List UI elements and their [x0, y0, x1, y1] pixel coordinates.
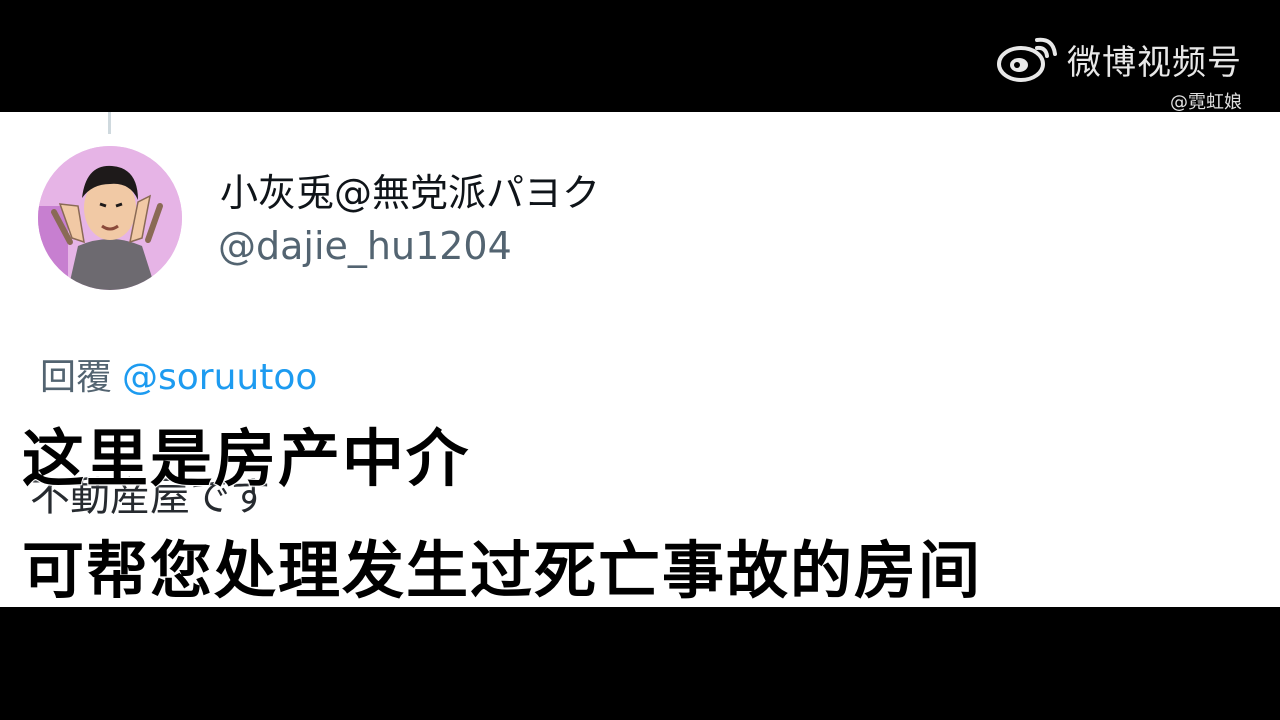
subtitle-line-2: 可帮您处理发生过死亡事故的房间	[21, 533, 983, 608]
reply-to-line: 回覆 @soruutoo	[40, 348, 317, 400]
watermark-username: @霓虹娘	[1170, 92, 1242, 113]
user-handle[interactable]: @dajie_hu1204	[218, 224, 512, 268]
reply-mention-link[interactable]: @soruutoo	[122, 357, 317, 398]
bottom-letterbox	[0, 607, 1280, 720]
reply-label: 回覆	[40, 357, 113, 398]
weibo-eye-logo-icon	[997, 37, 1057, 82]
user-avatar-peace-sign	[38, 146, 182, 290]
display-name[interactable]: 小灰兎@無党派パヨク	[220, 162, 600, 217]
thread-connector-line	[108, 112, 111, 134]
platform-watermark: 微博视频号	[997, 34, 1242, 84]
watermark-title: 微博视频号	[1067, 42, 1242, 83]
video-frame: 小灰兎@無党派パヨク @dajie_hu1204 回覆 @soruutoo 不動産…	[0, 0, 1280, 720]
user-avatar[interactable]	[38, 146, 182, 290]
subtitle-line-1: 这里是房产中介	[21, 421, 471, 496]
